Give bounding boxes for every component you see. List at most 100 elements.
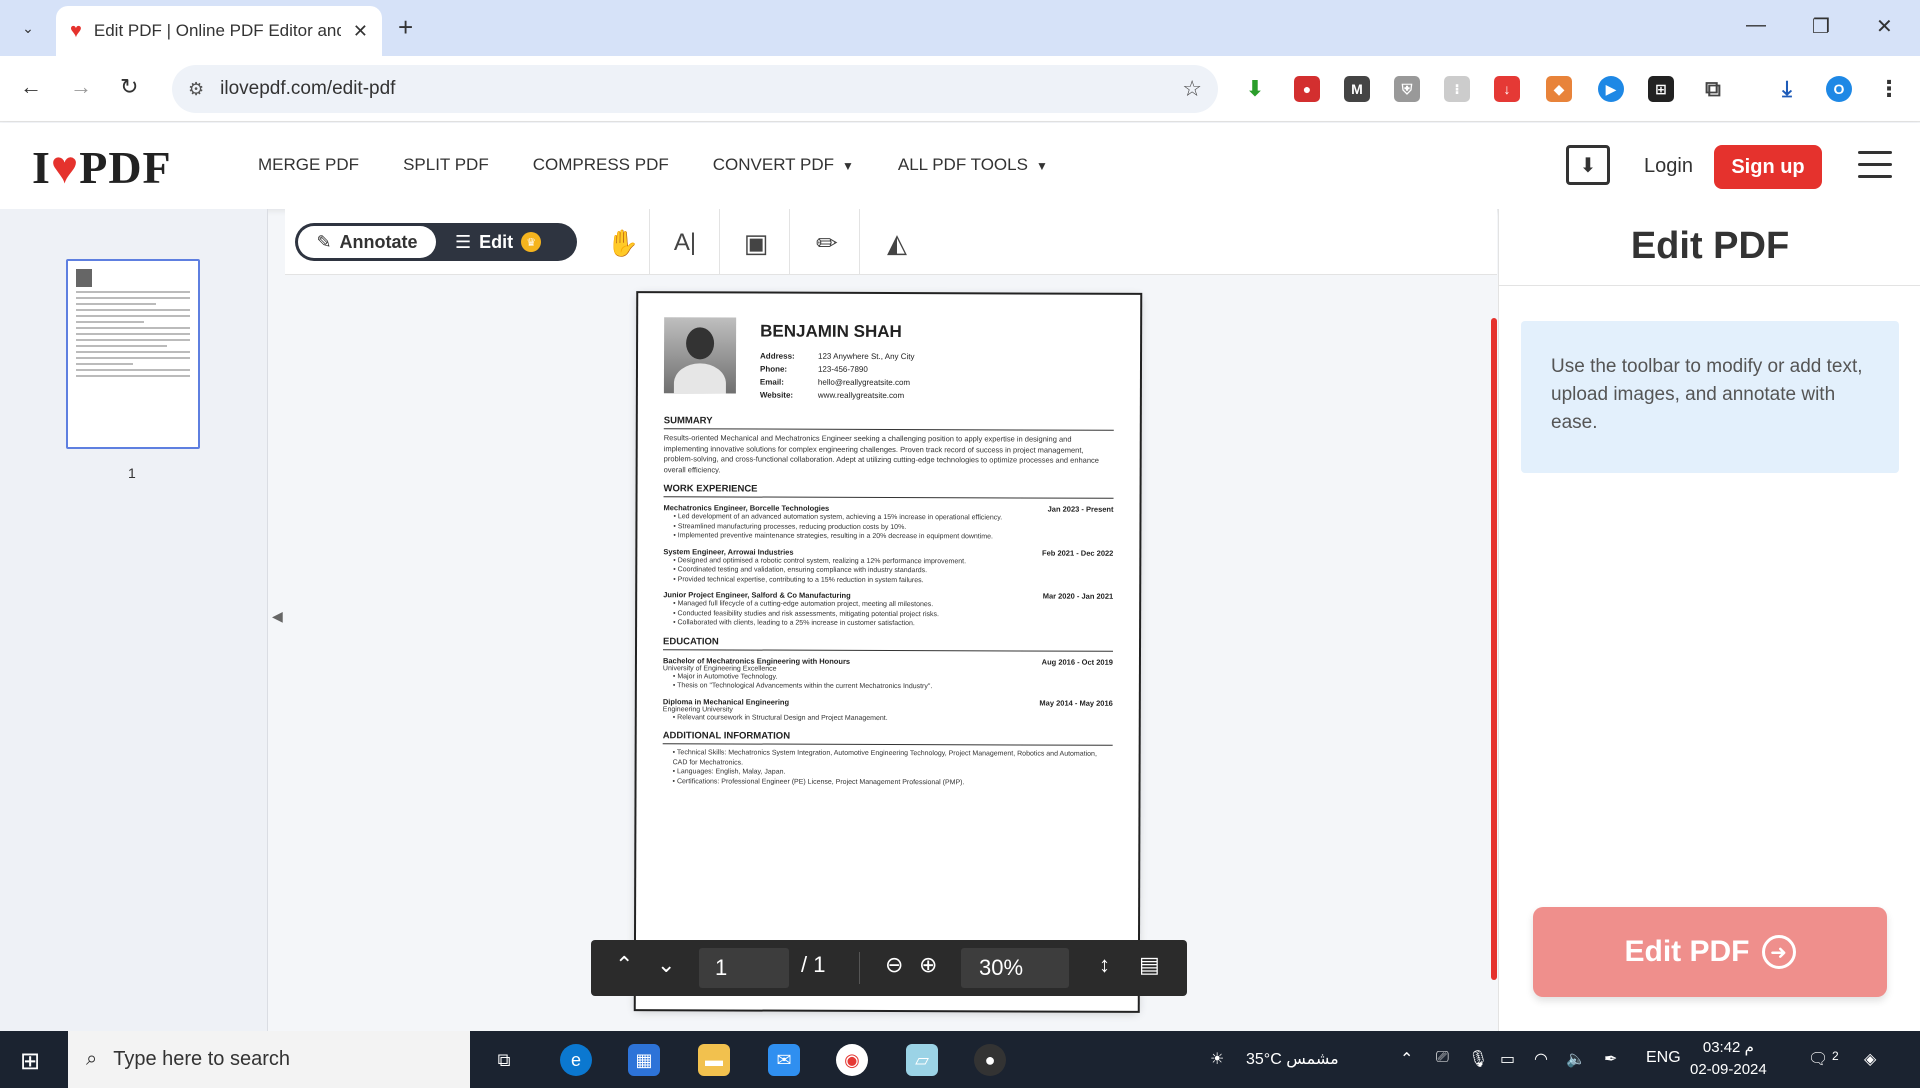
red-download-extension-icon[interactable]: ↓ bbox=[1494, 76, 1520, 102]
list-item: Thesis on "Technological Advancements wi… bbox=[673, 681, 1113, 692]
microsoft-store-icon[interactable]: ▦ bbox=[628, 1044, 660, 1076]
ilovepdf-logo[interactable]: I♥PDF bbox=[32, 141, 172, 194]
shapes-tool-icon[interactable]: ◭ bbox=[877, 223, 917, 263]
zoom-in-icon[interactable]: ⊕ bbox=[919, 952, 937, 978]
restore-window-icon[interactable]: ❐ bbox=[1812, 14, 1830, 39]
hamburger-menu-icon[interactable] bbox=[1858, 151, 1892, 187]
edit-label: Edit bbox=[479, 231, 514, 252]
extensions-puzzle-icon[interactable]: ⧉ bbox=[1700, 76, 1726, 102]
downloads-icon[interactable]: ⤓ bbox=[1774, 76, 1800, 102]
wifi-icon[interactable]: ◠ bbox=[1534, 1049, 1548, 1069]
add-image-tool-icon[interactable]: ▣ bbox=[736, 223, 776, 263]
notifications-icon[interactable]: 🗨 bbox=[1808, 1049, 1828, 1069]
job-title: System Engineer, Arrowai Industries bbox=[663, 546, 794, 557]
bookmark-star-icon[interactable]: ☆ bbox=[1182, 76, 1202, 102]
page-number-input[interactable] bbox=[699, 948, 789, 988]
nav-all-pdf-tools[interactable]: ALL PDF TOOLS ▼ bbox=[898, 155, 1048, 175]
edu-date: Aug 2016 - Oct 2019 bbox=[1041, 657, 1113, 667]
forward-icon[interactable]: → bbox=[70, 74, 92, 100]
address-bar[interactable]: ⚙ ilovepdf.com/edit-pdf ☆ bbox=[172, 65, 1218, 113]
chrome-icon[interactable]: ◉ bbox=[836, 1044, 868, 1076]
obs-recorder-icon[interactable]: ● bbox=[974, 1044, 1006, 1076]
meet-now-icon[interactable]: ⎚ bbox=[1436, 1049, 1449, 1067]
battery-icon[interactable]: ▭ bbox=[1500, 1049, 1515, 1069]
pen-icon[interactable]: ✒ bbox=[1604, 1049, 1617, 1069]
profile-photo bbox=[663, 317, 737, 394]
job-bullets: Designed and optimised a robotic control… bbox=[663, 556, 1113, 586]
task-view-icon[interactable]: ⧉ bbox=[488, 1044, 520, 1076]
edge-browser-icon[interactable]: e bbox=[560, 1044, 592, 1076]
nav-compress-pdf[interactable]: COMPRESS PDF bbox=[533, 155, 669, 175]
weather-text[interactable]: 35°C مشمس bbox=[1246, 1049, 1339, 1069]
nav-convert-pdf[interactable]: CONVERT PDF ▼ bbox=[713, 155, 854, 175]
collapse-sidebar-icon[interactable]: ◀ bbox=[272, 608, 283, 625]
profile-avatar[interactable]: O bbox=[1826, 76, 1852, 102]
desktop-download-icon[interactable]: ⬇ bbox=[1566, 145, 1610, 185]
close-window-icon[interactable]: ✕ bbox=[1876, 14, 1893, 39]
windows-start-icon[interactable]: ⊞ bbox=[20, 1047, 40, 1076]
summary-text: Results-oriented Mechanical and Mechatro… bbox=[663, 433, 1099, 474]
file-explorer-icon[interactable]: ▬ bbox=[698, 1044, 730, 1076]
pdf-page[interactable]: BENJAMIN SHAH Address: 123 Anywhere St., … bbox=[635, 293, 1141, 1011]
edit-pdf-button-label: Edit PDF bbox=[1624, 935, 1750, 968]
new-tab-button[interactable]: + bbox=[398, 12, 413, 43]
browser-tab-active[interactable]: ♥ Edit PDF | Online PDF Editor and ✕ bbox=[56, 6, 382, 56]
resume-contact: Address: 123 Anywhere St., Any City Phone… bbox=[760, 350, 915, 403]
weather-sun-icon[interactable]: ☀ bbox=[1210, 1049, 1224, 1069]
tab-search-button[interactable]: ⌄ bbox=[10, 10, 46, 46]
show-hidden-icons[interactable]: ⌃ bbox=[1400, 1049, 1413, 1069]
zoom-level[interactable]: 30% bbox=[961, 948, 1069, 988]
hand-tool-icon[interactable]: ✋ bbox=[603, 223, 643, 263]
blue-extension-icon[interactable]: ▶ bbox=[1598, 76, 1624, 102]
grid-extension-icon[interactable]: ⊞ bbox=[1648, 76, 1674, 102]
ilovepdf-favicon-icon: ♥ bbox=[70, 19, 82, 42]
previous-page-icon[interactable]: ⌃ bbox=[615, 952, 633, 978]
job-bullets: Led development of an advanced automatio… bbox=[663, 512, 1113, 542]
nav-all-pdf-tools-label: ALL PDF TOOLS bbox=[897, 155, 1028, 174]
thumbnail-page-number: 1 bbox=[128, 465, 136, 481]
reload-icon[interactable]: ↻ bbox=[120, 74, 138, 100]
volume-icon[interactable]: 🔈 bbox=[1566, 1049, 1586, 1069]
edit-mode-button[interactable]: ☰ Edit ♛ bbox=[447, 226, 571, 258]
job-date: Mar 2020 - Jan 2021 bbox=[1042, 591, 1114, 601]
back-icon[interactable]: ← bbox=[20, 74, 42, 100]
fit-height-icon[interactable]: ↕ bbox=[1099, 952, 1110, 978]
edit-pdf-button[interactable]: Edit PDF ➜ bbox=[1533, 907, 1887, 997]
add-text-tool-icon[interactable]: A| bbox=[665, 223, 705, 263]
zoom-out-icon[interactable]: ⊖ bbox=[885, 952, 903, 978]
site-info-icon[interactable]: ⚙ bbox=[188, 79, 204, 100]
annotate-mode-button[interactable]: ✎ Annotate bbox=[298, 226, 436, 258]
page-thumbnail[interactable] bbox=[66, 259, 200, 449]
extension-icon[interactable]: ⁝ bbox=[1444, 76, 1470, 102]
nav-merge-pdf[interactable]: MERGE PDF bbox=[258, 155, 359, 175]
fit-page-icon[interactable]: ▤ bbox=[1139, 952, 1160, 978]
metamask-extension-icon[interactable]: ◆ bbox=[1546, 76, 1572, 102]
viewer-scrollbar[interactable] bbox=[1491, 318, 1497, 980]
heart-icon: ♥ bbox=[50, 142, 80, 193]
signup-button[interactable]: Sign up bbox=[1714, 145, 1822, 189]
extension-badge-icon[interactable]: ● bbox=[1294, 76, 1320, 102]
m-extension-icon[interactable]: M bbox=[1344, 76, 1370, 102]
mail-icon[interactable]: ✉ bbox=[768, 1044, 800, 1076]
edu-bullets: Major in Automotive Technology. Thesis o… bbox=[663, 672, 1113, 693]
taskbar-search[interactable]: ⌕ Type here to search bbox=[68, 1031, 470, 1088]
draw-tool-icon[interactable]: ✏ bbox=[807, 223, 847, 263]
browser-menu-icon[interactable]: ⋮ bbox=[1876, 76, 1902, 102]
nav-split-pdf[interactable]: SPLIT PDF bbox=[403, 155, 489, 175]
close-tab-icon[interactable]: ✕ bbox=[353, 21, 368, 42]
list-item: Provided technical expertise, contributi… bbox=[673, 575, 1113, 586]
minimize-window-icon[interactable]: — bbox=[1746, 14, 1766, 37]
url-text[interactable]: ilovepdf.com/edit-pdf bbox=[220, 78, 1182, 100]
download-extension-icon[interactable]: ⬇ bbox=[1242, 76, 1268, 102]
next-page-icon[interactable]: ⌄ bbox=[657, 952, 675, 978]
summary-heading: SUMMARY bbox=[663, 415, 1114, 431]
language-indicator[interactable]: ENG bbox=[1646, 1049, 1681, 1067]
shield-extension-icon[interactable]: ⛨ bbox=[1394, 76, 1420, 102]
contact-value: 123-456-7890 bbox=[817, 364, 868, 374]
system-clock[interactable]: 03:42 م 02-09-2024 bbox=[1690, 1037, 1767, 1081]
copilot-icon[interactable]: ◈ bbox=[1864, 1049, 1876, 1069]
notepad-icon[interactable]: ▱ bbox=[906, 1044, 938, 1076]
taskbar-search-placeholder: Type here to search bbox=[113, 1048, 290, 1070]
login-link[interactable]: Login bbox=[1644, 155, 1693, 178]
microphone-icon[interactable]: 🎙 bbox=[1468, 1049, 1488, 1069]
